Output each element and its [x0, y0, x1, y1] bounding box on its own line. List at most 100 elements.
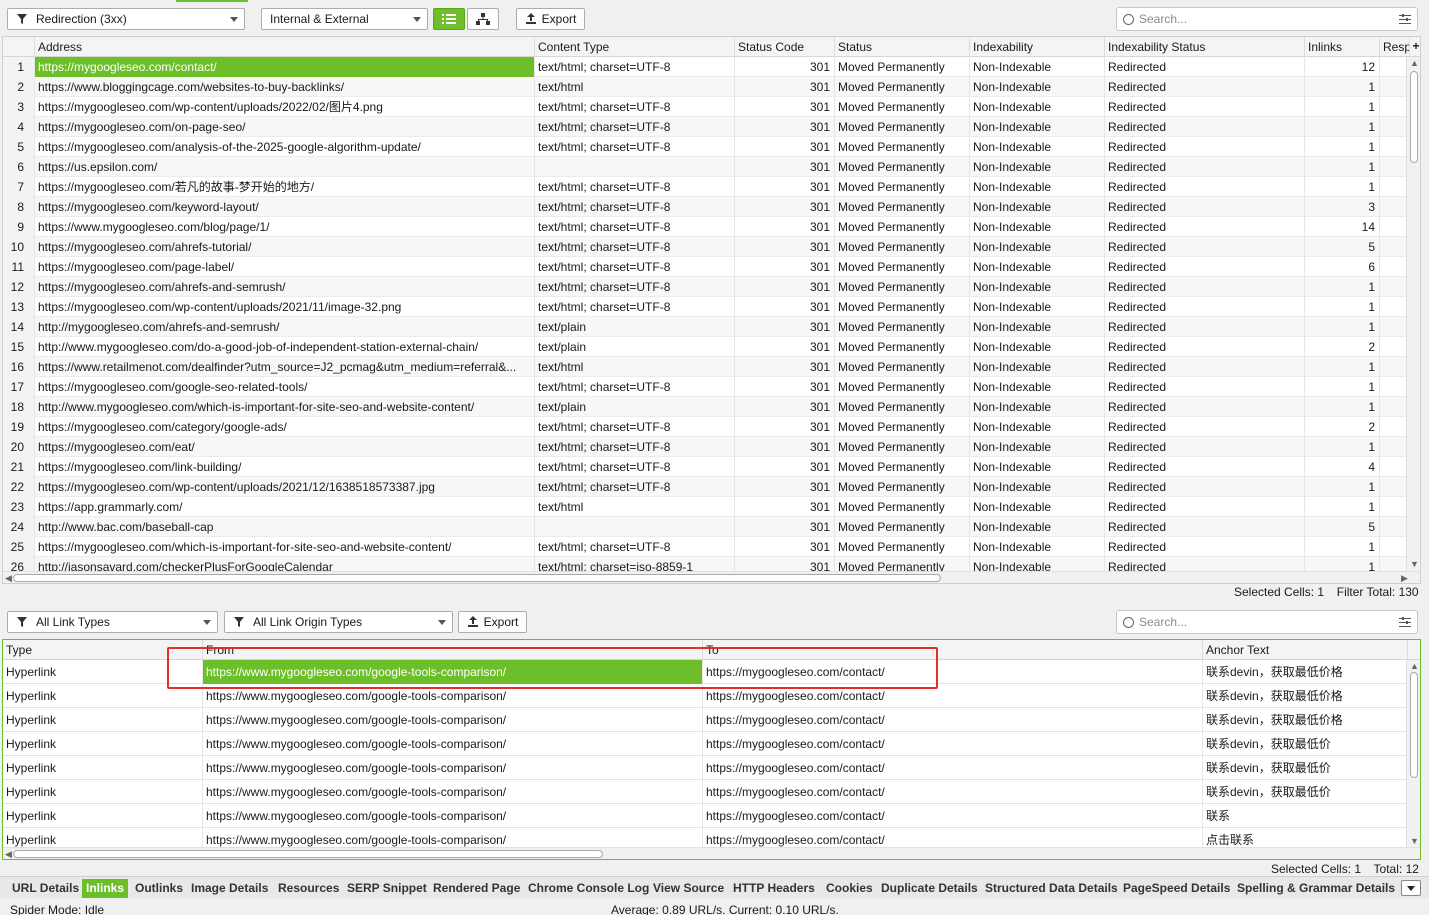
row-index[interactable]: 6: [3, 157, 35, 177]
status-code-cell[interactable]: 301: [735, 357, 835, 377]
status-code-cell[interactable]: 301: [735, 397, 835, 417]
inlinks-cell[interactable]: 1: [1305, 497, 1380, 517]
status-cell[interactable]: Moved Permanently: [835, 457, 970, 477]
status-code-cell[interactable]: 301: [735, 477, 835, 497]
tab-image-details[interactable]: Image Details: [187, 879, 272, 898]
indexability-status-cell[interactable]: Redirected: [1105, 277, 1305, 297]
content-type-cell[interactable]: text/html; charset=UTF-8: [535, 177, 735, 197]
type-cell[interactable]: Hyperlink: [3, 828, 203, 847]
more-tabs-button[interactable]: [1401, 880, 1421, 896]
status-code-cell[interactable]: 301: [735, 457, 835, 477]
status-cell[interactable]: Moved Permanently: [835, 517, 970, 537]
export-button[interactable]: Export: [516, 8, 585, 30]
inlinks-cell[interactable]: 1: [1305, 77, 1380, 97]
lower-export-button[interactable]: Export: [458, 611, 527, 633]
indexability-status-cell[interactable]: Redirected: [1105, 217, 1305, 237]
indexability-cell[interactable]: Non-Indexable: [970, 137, 1105, 157]
status-cell[interactable]: Moved Permanently: [835, 177, 970, 197]
status-cell[interactable]: Moved Permanently: [835, 317, 970, 337]
list-view-button[interactable]: [433, 8, 465, 30]
lower-search-input[interactable]: Search...: [1116, 610, 1418, 634]
indexability-status-cell[interactable]: Redirected: [1105, 437, 1305, 457]
status-cell[interactable]: Moved Permanently: [835, 437, 970, 457]
to-cell[interactable]: https://mygoogleseo.com/contact/: [703, 804, 1203, 828]
indexability-cell[interactable]: Non-Indexable: [970, 377, 1105, 397]
scroll-down-icon[interactable]: ▼: [1410, 559, 1419, 569]
row-index[interactable]: 5: [3, 137, 35, 157]
status-code-cell[interactable]: 301: [735, 197, 835, 217]
content-type-cell[interactable]: text/html; charset=UTF-8: [535, 237, 735, 257]
row-index[interactable]: 20: [3, 437, 35, 457]
scroll-up-icon[interactable]: ▲: [1410, 58, 1419, 68]
content-type-cell[interactable]: text/html; charset=UTF-8: [535, 277, 735, 297]
indexability-cell[interactable]: Non-Indexable: [970, 297, 1105, 317]
table-row[interactable]: 26 http://jasonsavard.com/checkerPlusForG…: [3, 557, 1406, 571]
content-type-cell[interactable]: text/html; charset=UTF-8: [535, 417, 735, 437]
indexability-status-cell[interactable]: Redirected: [1105, 317, 1305, 337]
table-row[interactable]: Hyperlink https://www.mygoogleseo.com/goo…: [3, 780, 1408, 804]
inlinks-cell[interactable]: 1: [1305, 437, 1380, 457]
row-index[interactable]: 14: [3, 317, 35, 337]
status-cell[interactable]: Moved Permanently: [835, 77, 970, 97]
inlinks-cell[interactable]: 6: [1305, 257, 1380, 277]
table-row[interactable]: 14 http://mygoogleseo.com/ahrefs-and-semr…: [3, 317, 1406, 337]
status-code-cell[interactable]: 301: [735, 77, 835, 97]
indexability-status-cell[interactable]: Redirected: [1105, 537, 1305, 557]
status-cell[interactable]: Moved Permanently: [835, 137, 970, 157]
row-index[interactable]: 25: [3, 537, 35, 557]
address-cell[interactable]: https://app.grammarly.com/: [35, 497, 535, 517]
address-cell[interactable]: http://www.mygoogleseo.com/which-is-impo…: [35, 397, 535, 417]
status-cell[interactable]: Moved Permanently: [835, 497, 970, 517]
table-row[interactable]: 18 http://www.mygoogleseo.com/which-is-im…: [3, 397, 1406, 417]
address-cell[interactable]: http://mygoogleseo.com/ahrefs-and-semrus…: [35, 317, 535, 337]
indexability-cell[interactable]: Non-Indexable: [970, 217, 1105, 237]
tab-serp-snippet[interactable]: SERP Snippet: [343, 879, 431, 898]
row-index[interactable]: 19: [3, 417, 35, 437]
table-row[interactable]: 24 http://www.bac.com/baseball-cap 301 Move…: [3, 517, 1406, 537]
inlinks-cell[interactable]: 1: [1305, 537, 1380, 557]
status-cell[interactable]: Moved Permanently: [835, 537, 970, 557]
status-cell[interactable]: Moved Permanently: [835, 297, 970, 317]
status-cell[interactable]: Moved Permanently: [835, 97, 970, 117]
table-row[interactable]: 11 https://mygoogleseo.com/page-label/tex…: [3, 257, 1406, 277]
address-cell[interactable]: https://www.bloggingcage.com/websites-to…: [35, 77, 535, 97]
type-cell[interactable]: Hyperlink: [3, 684, 203, 708]
indexability-cell[interactable]: Non-Indexable: [970, 197, 1105, 217]
link-origin-dropdown[interactable]: All Link Origin Types: [224, 611, 453, 633]
scroll-down-icon[interactable]: ▼: [1410, 836, 1419, 846]
indexability-status-cell[interactable]: Redirected: [1105, 557, 1305, 571]
row-index[interactable]: 24: [3, 517, 35, 537]
status-code-cell[interactable]: 301: [735, 377, 835, 397]
inlinks-cell[interactable]: 12: [1305, 57, 1380, 77]
to-cell[interactable]: https://mygoogleseo.com/contact/: [703, 732, 1203, 756]
main-horizontal-scrollbar[interactable]: ◀ ▶: [3, 571, 1420, 583]
inlinks-cell[interactable]: 1: [1305, 97, 1380, 117]
status-code-cell[interactable]: 301: [735, 97, 835, 117]
inlinks-cell[interactable]: 2: [1305, 337, 1380, 357]
table-row[interactable]: Hyperlink https://www.mygoogleseo.com/goo…: [3, 660, 1408, 684]
status-cell[interactable]: Moved Permanently: [835, 557, 970, 571]
content-type-cell[interactable]: text/html; charset=iso-8859-1: [535, 557, 735, 571]
status-cell[interactable]: Moved Permanently: [835, 397, 970, 417]
anchor-text-cell[interactable]: 联系devin，获取最低价格: [1203, 708, 1408, 732]
table-row[interactable]: 16 https://www.retailmenot.com/dealfinder…: [3, 357, 1406, 377]
inlinks-cell[interactable]: 5: [1305, 237, 1380, 257]
table-row[interactable]: 5 https://mygoogleseo.com/analysis-of-the…: [3, 137, 1406, 157]
address-cell[interactable]: https://mygoogleseo.com/category/google-…: [35, 417, 535, 437]
indexability-cell[interactable]: Non-Indexable: [970, 157, 1105, 177]
tab-url-details[interactable]: URL Details: [8, 879, 83, 898]
row-index[interactable]: 17: [3, 377, 35, 397]
address-cell[interactable]: https://mygoogleseo.com/若凡的故事-梦开始的地方/: [35, 177, 535, 197]
tab-inlinks[interactable]: Inlinks: [82, 879, 129, 898]
status-code-cell[interactable]: 301: [735, 57, 835, 77]
status-cell[interactable]: Moved Permanently: [835, 157, 970, 177]
inlinks-cell[interactable]: 1: [1305, 137, 1380, 157]
indexability-status-cell[interactable]: Redirected: [1105, 97, 1305, 117]
status-code-cell[interactable]: 301: [735, 237, 835, 257]
table-row[interactable]: 7 https://mygoogleseo.com/若凡的故事-梦开始的地方/te…: [3, 177, 1406, 197]
table-row[interactable]: 2 https://www.bloggingcage.com/websites-t…: [3, 77, 1406, 97]
row-index[interactable]: 2: [3, 77, 35, 97]
content-type-cell[interactable]: [535, 517, 735, 537]
indexability-status-cell[interactable]: Redirected: [1105, 517, 1305, 537]
type-cell[interactable]: Hyperlink: [3, 780, 203, 804]
